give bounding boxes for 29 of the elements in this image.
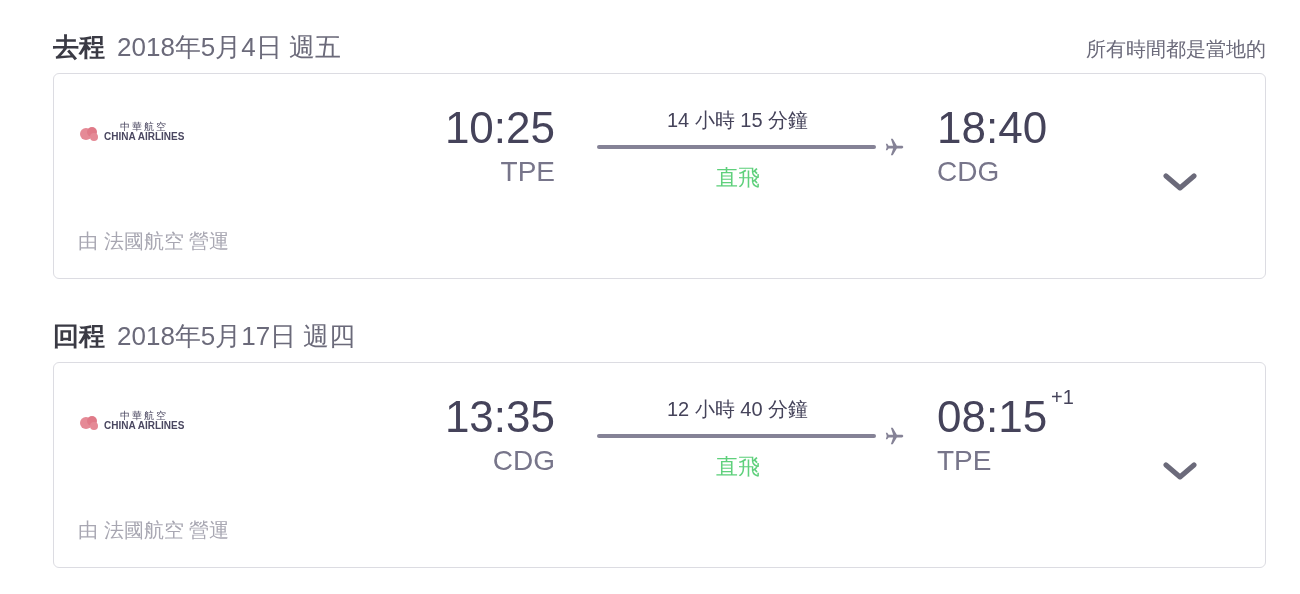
- departure-airport: TPE: [500, 155, 555, 189]
- departure-time: 10:25: [444, 102, 555, 154]
- arrival-airport: TPE: [937, 444, 992, 478]
- operated-by: 由 法國航空 營運: [78, 518, 231, 543]
- logo-english: CHINA AIRLINES: [104, 421, 185, 431]
- airplane-icon: [884, 425, 906, 447]
- chevron-icon[interactable]: [1163, 172, 1197, 192]
- timezone-note: 所有時間都是當地的: [1086, 37, 1266, 62]
- leg-date: 2018年5月17日 週四: [117, 320, 356, 353]
- logo-chinese: 中華航空: [120, 411, 169, 421]
- operated-by: 由 法國航空 營運: [78, 229, 231, 254]
- logo-chinese: 中華航空: [120, 122, 169, 132]
- leg-label: 回程: [53, 320, 105, 353]
- flight-duration: 14 小時 15 分鐘: [666, 108, 809, 133]
- flight-card[interactable]: 中華航空 CHINA AIRLINES 10:25 TPE 14 小時 15 分鐘 直飛 18:40 CDG 由 法國航空 營運: [53, 73, 1266, 279]
- day-offset: +1: [1051, 387, 1074, 407]
- leg-label: 去程: [53, 31, 105, 64]
- stops-label: 直飛: [715, 453, 760, 481]
- stops-label: 直飛: [715, 164, 760, 192]
- airplane-icon: [884, 136, 906, 158]
- arrival-time: 18:40: [937, 102, 1048, 154]
- chevron-icon[interactable]: [1163, 461, 1197, 481]
- arrival-time: 08:15: [937, 391, 1048, 443]
- departure-airport: CDG: [492, 444, 555, 478]
- departure-time: 13:35: [444, 391, 555, 443]
- logo-english: CHINA AIRLINES: [104, 132, 185, 142]
- leg-date: 2018年5月4日 週五: [117, 31, 341, 64]
- flight-duration: 12 小時 40 分鐘: [666, 397, 809, 422]
- arrival-airport: CDG: [937, 155, 1000, 189]
